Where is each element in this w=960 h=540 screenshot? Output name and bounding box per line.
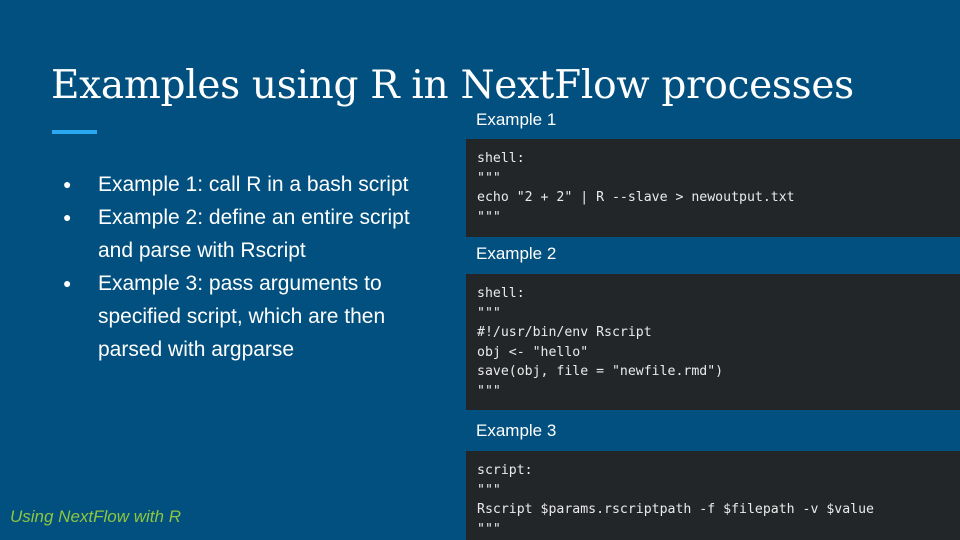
bullet-text: Example 2: define an entire script and p… xyxy=(98,206,410,262)
footer-text: Using NextFlow with R xyxy=(10,507,181,526)
code-line: Rscript $params.rscriptpath -f $filepath… xyxy=(477,502,874,517)
example-1-code-block: shell: """ echo "2 + 2" | R --slave > ne… xyxy=(466,139,960,237)
code-line: """ xyxy=(477,521,501,537)
code-line: #!/usr/bin/env Rscript xyxy=(477,325,652,340)
code-line: """ xyxy=(477,383,501,399)
bullet-dot-icon: ● xyxy=(63,209,72,225)
bullet-item: ● Example 1: call R in a bash script xyxy=(60,168,420,201)
code-line: """ xyxy=(477,305,501,321)
bullet-dot-icon: ● xyxy=(63,275,72,291)
code-line: """ xyxy=(477,209,501,225)
code-line: obj <- "hello" xyxy=(477,344,589,360)
bullet-item: ● Example 2: define an entire script and… xyxy=(60,201,420,267)
code-line: """ xyxy=(477,170,501,186)
bullet-text: Example 3: pass arguments to specified s… xyxy=(98,272,386,361)
code-line: script: xyxy=(477,463,533,478)
example-3-code-block: script: """ Rscript $params.rscriptpath … xyxy=(466,451,960,540)
slide-title: Examples using R in NextFlow processes xyxy=(51,63,854,108)
example-1-label: Example 1 xyxy=(476,110,557,129)
example-2-code-block: shell: """ #!/usr/bin/env Rscript obj <-… xyxy=(466,274,960,410)
bullet-list: ● Example 1: call R in a bash script ● E… xyxy=(60,168,420,366)
code-line: """ xyxy=(477,482,501,498)
code-line: shell: xyxy=(477,286,525,301)
code-line: shell: xyxy=(477,151,525,166)
example-2-label: Example 2 xyxy=(476,244,557,263)
bullet-item: ● Example 3: pass arguments to specified… xyxy=(60,267,420,366)
code-line: echo "2 + 2" | R --slave > newoutput.txt xyxy=(477,190,795,205)
bullet-dot-icon: ● xyxy=(63,176,72,192)
example-3-label: Example 3 xyxy=(476,421,557,440)
code-line: save(obj, file = "newfile.rmd") xyxy=(477,364,724,379)
bullet-text: Example 1: call R in a bash script xyxy=(98,173,409,196)
title-accent-bar xyxy=(52,130,97,134)
